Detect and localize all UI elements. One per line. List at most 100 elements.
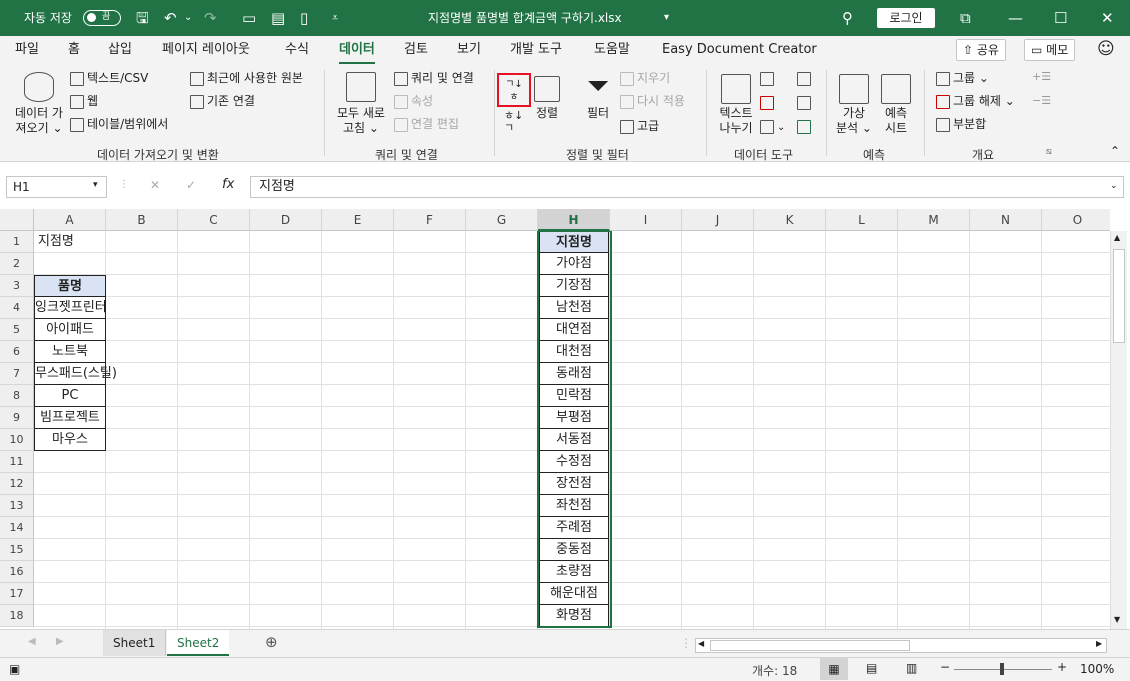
column-header-h[interactable]: H xyxy=(538,209,610,231)
tab-page-layout[interactable]: 페이지 레이아웃 xyxy=(162,36,250,64)
column-header-e[interactable]: E xyxy=(322,209,394,231)
row-header-14[interactable]: 14 xyxy=(0,517,34,539)
ribbon-display-icon[interactable]: ⧉ xyxy=(960,0,971,36)
page-break-view-icon[interactable]: ▥ xyxy=(906,661,917,675)
outline-dialog-launcher-icon[interactable]: ⧅ xyxy=(1046,147,1052,157)
scroll-up-icon[interactable]: ▲ xyxy=(1114,233,1120,242)
sort-ascending-button[interactable]: ㄱ↓ ㅎ xyxy=(497,73,531,107)
column-header-c[interactable]: C xyxy=(178,209,250,231)
column-header-m[interactable]: M xyxy=(898,209,970,231)
document-icon[interactable]: ▯ xyxy=(300,0,308,36)
column-header-i[interactable]: I xyxy=(610,209,682,231)
recent-sources-button[interactable]: 최근에 사용한 원본 xyxy=(190,71,303,86)
worksheet-grid[interactable]: ABCDEFGHIJKLMNO 1 2 3 4 5 6 7 8 9 10 11 12 13 14 15 16 1… xyxy=(0,209,1110,629)
advanced-filter-button[interactable]: 고급 xyxy=(620,119,659,134)
select-all-corner[interactable] xyxy=(0,209,34,231)
tab-developer[interactable]: 개발 도구 xyxy=(510,36,562,64)
share-button[interactable]: ⇧ 공유 xyxy=(956,39,1006,61)
column-header-o[interactable]: O xyxy=(1042,209,1110,231)
vertical-scrollbar[interactable]: ▲ ▼ xyxy=(1110,231,1127,629)
row-header-8[interactable]: 8 xyxy=(0,385,34,407)
row-header-16[interactable]: 16 xyxy=(0,561,34,583)
cell-h8[interactable]: 민락점 xyxy=(539,385,609,407)
row-header-9[interactable]: 9 xyxy=(0,407,34,429)
tab-file[interactable]: 파일 xyxy=(15,36,39,64)
clear-filter-button[interactable]: 지우기 xyxy=(620,71,670,86)
save-icon[interactable]: 🖫 xyxy=(136,0,149,36)
horizontal-scrollbar[interactable]: ◀ ▶ xyxy=(695,638,1107,653)
sheet-tab-sheet1[interactable]: Sheet1 xyxy=(103,630,167,656)
insert-function-icon[interactable]: fx xyxy=(222,177,234,192)
row-header-1[interactable]: 1 xyxy=(0,231,34,253)
remove-duplicates-icon[interactable] xyxy=(760,95,777,110)
cell-a6[interactable]: 노트북 xyxy=(34,341,106,363)
sheet-tab-sheet2[interactable]: Sheet2 xyxy=(167,630,230,656)
tab-split-grip-icon[interactable]: ⋮ xyxy=(680,636,692,650)
form-icon[interactable]: ▤ xyxy=(271,0,285,36)
tab-insert[interactable]: 삽입 xyxy=(108,36,132,64)
feedback-smiley-icon[interactable]: ☺ xyxy=(1097,39,1115,59)
column-header-a[interactable]: A xyxy=(34,209,106,231)
cell-h7[interactable]: 동래점 xyxy=(539,363,609,385)
undo-dropdown-icon[interactable]: ⌄ xyxy=(184,0,192,36)
cell-a1[interactable]: 지점명 xyxy=(34,231,106,253)
row-header-15[interactable]: 15 xyxy=(0,539,34,561)
cell-h14[interactable]: 주례점 xyxy=(539,517,609,539)
cell-a5[interactable]: 아이패드 xyxy=(34,319,106,341)
row-header-7[interactable]: 7 xyxy=(0,363,34,385)
tab-review[interactable]: 검토 xyxy=(404,36,428,64)
redo-icon[interactable]: ↷ xyxy=(204,0,217,36)
edit-links-button[interactable]: 연결 편집 xyxy=(394,117,459,132)
collapse-ribbon-icon[interactable]: ⌃ xyxy=(1110,144,1120,158)
column-header-l[interactable]: L xyxy=(826,209,898,231)
cell-h13[interactable]: 좌천점 xyxy=(539,495,609,517)
cancel-entry-icon[interactable]: ✕ xyxy=(150,178,160,192)
cell-h4[interactable]: 남천점 xyxy=(539,297,609,319)
tab-help[interactable]: 도움말 xyxy=(594,36,630,64)
name-box-dropdown-icon[interactable]: ▾ xyxy=(93,180,98,190)
cell-h2[interactable]: 가야점 xyxy=(539,253,609,275)
hide-detail-icon[interactable]: −☰ xyxy=(1032,94,1051,107)
refresh-all-button[interactable]: 모두 새로 고침 ⌄ xyxy=(332,70,390,142)
row-header-13[interactable]: 13 xyxy=(0,495,34,517)
ungroup-button[interactable]: 그룹 해제 ⌄ xyxy=(936,94,1015,109)
cell-h12[interactable]: 장전점 xyxy=(539,473,609,495)
column-header-j[interactable]: J xyxy=(682,209,754,231)
existing-connections-button[interactable]: 기존 연결 xyxy=(190,94,255,109)
column-header-n[interactable]: N xyxy=(970,209,1042,231)
text-to-columns-button[interactable]: 텍스트 나누기 xyxy=(714,70,758,136)
row-header-5[interactable]: 5 xyxy=(0,319,34,341)
name-box[interactable]: H1 xyxy=(6,176,107,198)
forecast-sheet-button[interactable]: 예측 시트 xyxy=(878,70,914,136)
tab-data[interactable]: 데이터 xyxy=(339,36,375,64)
cell-h16[interactable]: 초량점 xyxy=(539,561,609,583)
column-header-k[interactable]: K xyxy=(754,209,826,231)
maximize-icon[interactable]: ☐ xyxy=(1054,0,1067,36)
zoom-slider-thumb[interactable] xyxy=(1000,663,1004,675)
row-header-11[interactable]: 11 xyxy=(0,451,34,473)
scroll-right-icon[interactable]: ▶ xyxy=(1096,639,1102,648)
scroll-down-icon[interactable]: ▼ xyxy=(1114,615,1120,624)
cell-h18[interactable]: 화명점 xyxy=(539,605,609,627)
memo-button[interactable]: ▭ 메모 xyxy=(1024,39,1076,61)
text-csv-button[interactable]: 텍스트/CSV xyxy=(70,71,148,86)
tab-view[interactable]: 보기 xyxy=(457,36,481,64)
title-dropdown-icon[interactable]: ▾ xyxy=(664,0,669,36)
row-header-18[interactable]: 18 xyxy=(0,605,34,627)
cell-h17[interactable]: 해운대점 xyxy=(539,583,609,605)
cell-h10[interactable]: 서동점 xyxy=(539,429,609,451)
sort-button[interactable]: 정렬 xyxy=(532,70,562,121)
what-if-analysis-button[interactable]: 가상 분석 ⌄ xyxy=(836,70,872,136)
relationships-icon[interactable] xyxy=(797,95,814,110)
cell-a4[interactable]: 잉크젯프린터 xyxy=(34,297,107,319)
column-header-f[interactable]: F xyxy=(394,209,466,231)
cell-h15[interactable]: 중동점 xyxy=(539,539,609,561)
cell-a8[interactable]: PC xyxy=(34,385,106,407)
next-sheet-icon[interactable]: ▶ xyxy=(56,636,64,647)
customize-toolbar-icon[interactable]: ⩡ xyxy=(332,0,338,36)
column-header-d[interactable]: D xyxy=(250,209,322,231)
confirm-entry-icon[interactable]: ✓ xyxy=(186,178,196,192)
undo-icon[interactable]: ↶ xyxy=(164,0,177,36)
data-validation-icon[interactable]: ⌄ xyxy=(760,119,785,134)
vertical-scroll-thumb[interactable] xyxy=(1113,249,1125,343)
